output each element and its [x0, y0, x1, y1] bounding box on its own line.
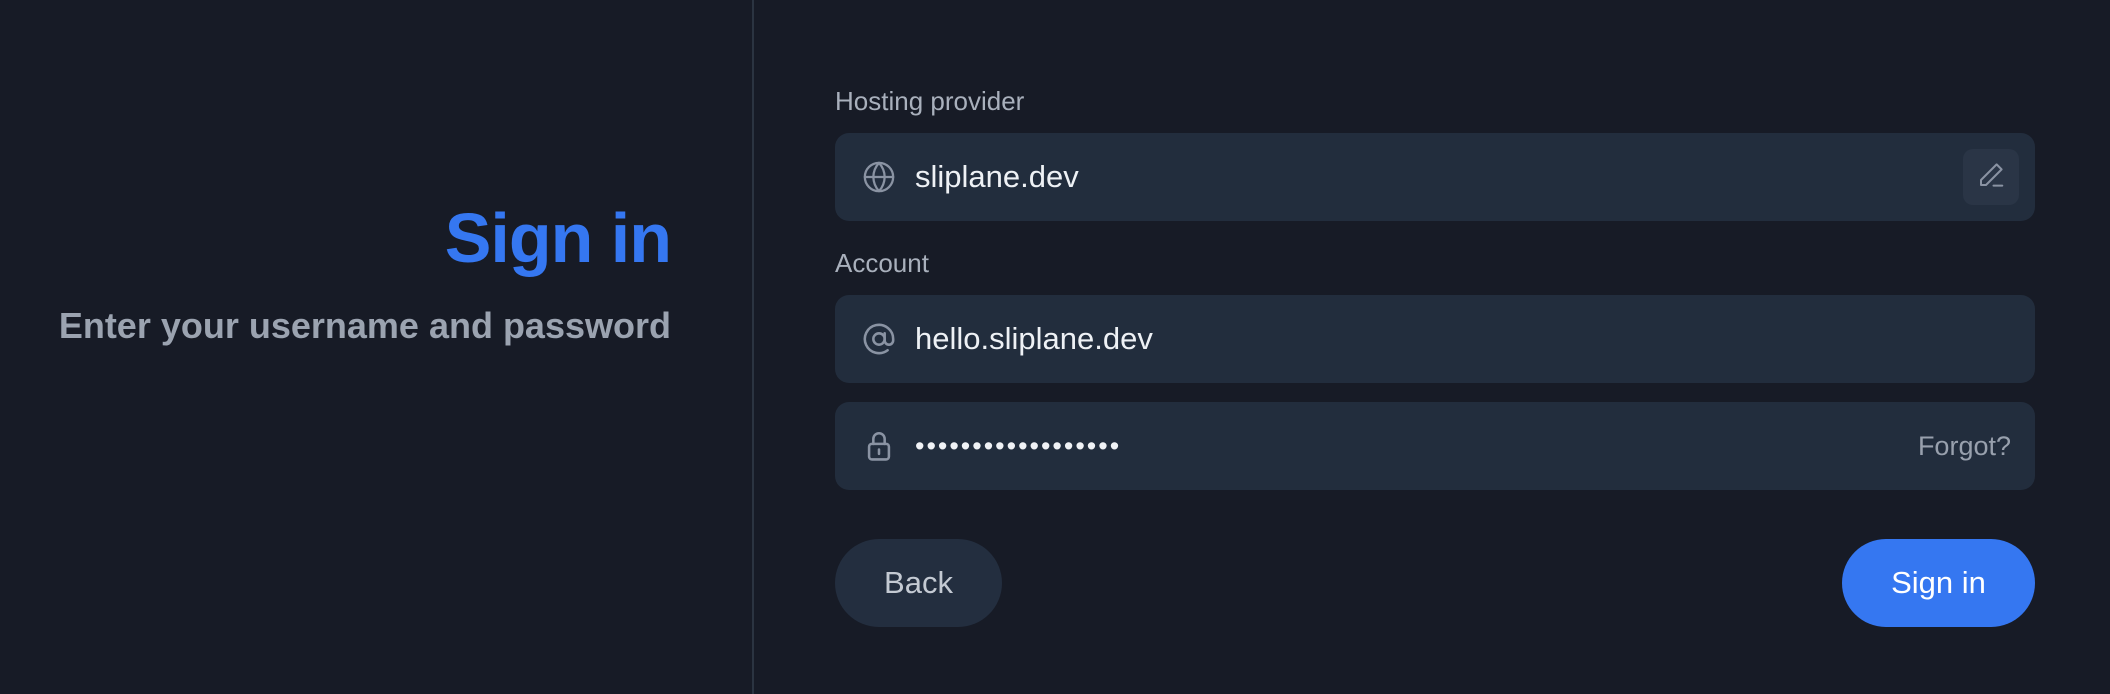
- at-sign-icon: [861, 321, 897, 357]
- password-value: ••••••••••••••••••: [915, 430, 1122, 461]
- sign-in-button[interactable]: Sign in: [1842, 539, 2035, 627]
- lock-icon: [861, 428, 897, 464]
- hosting-provider-field[interactable]: sliplane.dev: [835, 133, 2035, 221]
- intro-panel: Sign in Enter your username and password: [0, 0, 754, 694]
- account-field[interactable]: hello.sliplane.dev: [835, 295, 2035, 383]
- page-title: Sign in: [444, 199, 672, 277]
- hosting-provider-label: Hosting provider: [835, 86, 1025, 116]
- account-value: hello.sliplane.dev: [915, 321, 1153, 356]
- pencil-icon: [1976, 160, 2006, 195]
- account-label: Account: [835, 248, 929, 278]
- sign-in-page: Sign in Enter your username and password…: [0, 0, 2110, 694]
- globe-icon: [861, 159, 897, 195]
- page-subtitle: Enter your username and password: [58, 305, 671, 346]
- back-button[interactable]: Back: [835, 539, 1002, 627]
- hosting-provider-value: sliplane.dev: [915, 159, 1079, 194]
- forgot-password-link[interactable]: Forgot?: [1918, 402, 2011, 490]
- edit-hosting-button[interactable]: [1963, 149, 2019, 205]
- password-field[interactable]: •••••••••••••••••• Forgot?: [835, 402, 2035, 490]
